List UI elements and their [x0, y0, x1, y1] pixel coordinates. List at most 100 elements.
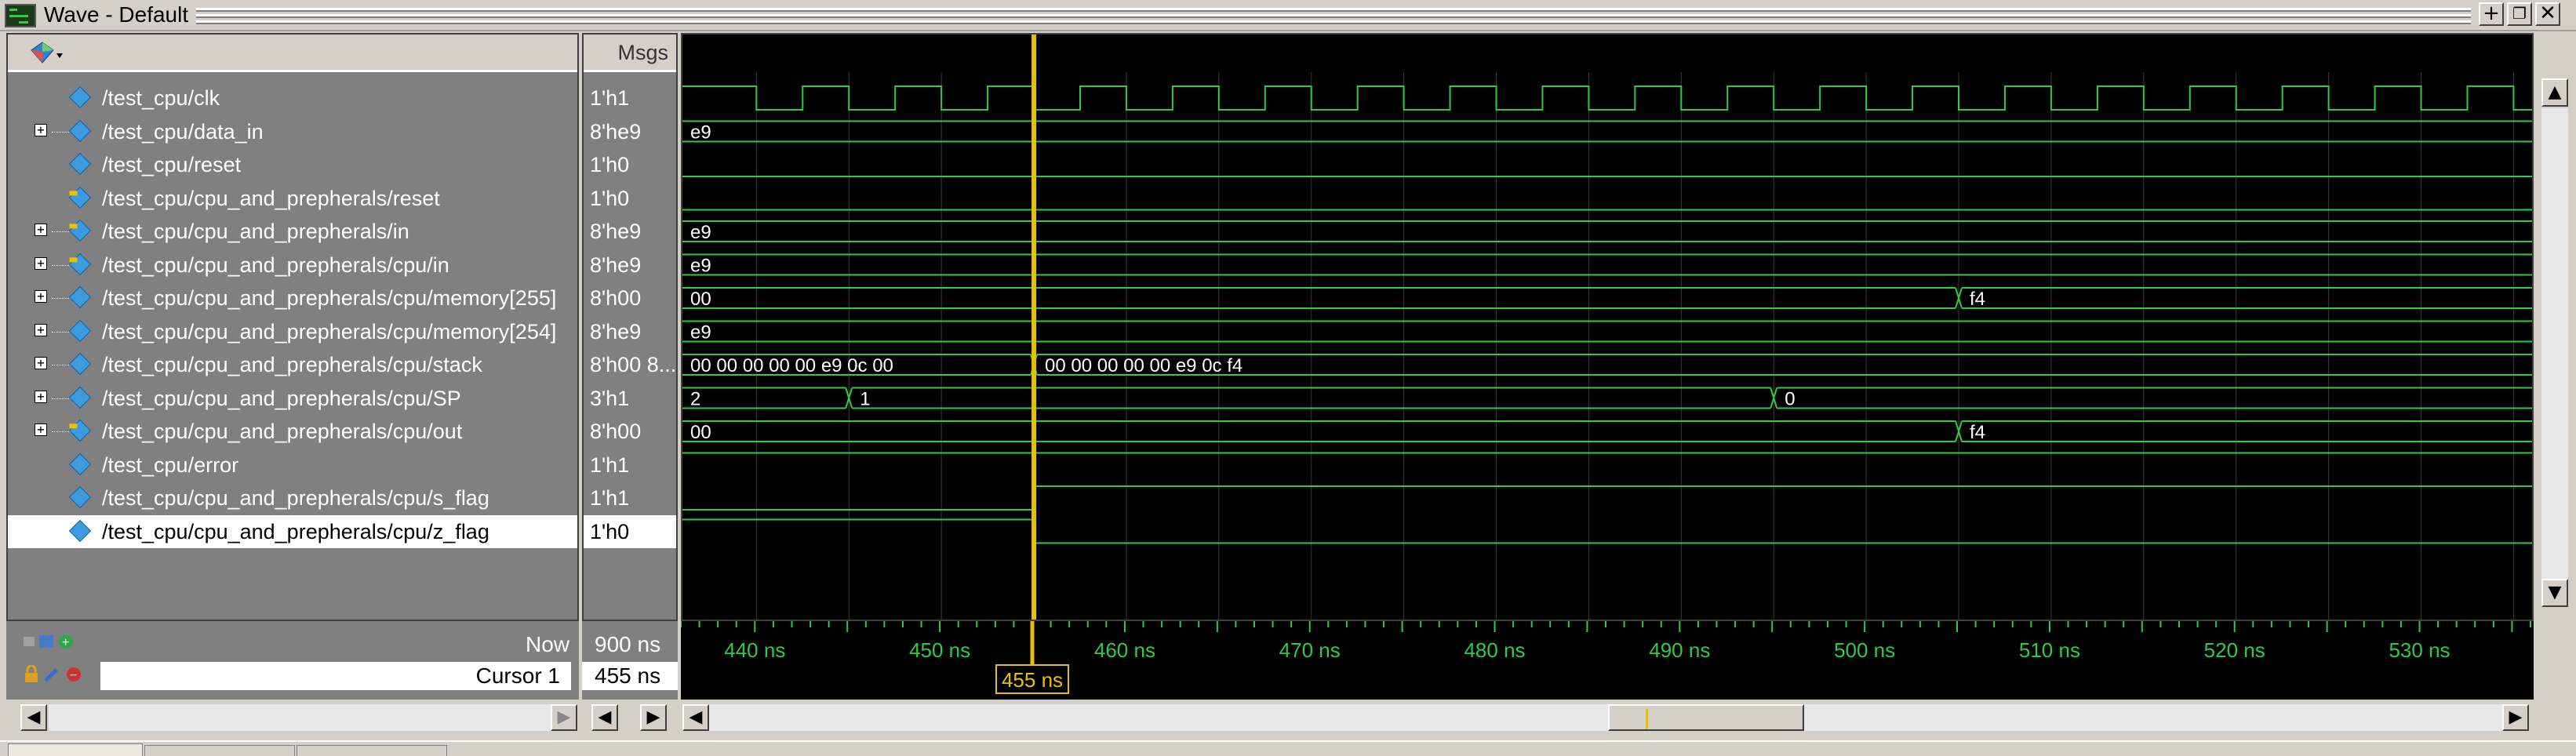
- signal-name: /test_cpu/cpu_and_prepherals/cpu/in: [102, 253, 449, 277]
- signal-value: 8'h00: [590, 420, 642, 443]
- expand-icon[interactable]: +: [35, 323, 47, 336]
- value-row[interactable]: 1'h0: [584, 514, 676, 548]
- timeline-tick-label: 440 ns: [724, 638, 785, 662]
- signal-name: /test_cpu/error: [102, 453, 239, 477]
- signal-name: /test_cpu/cpu_and_prepherals/cpu/SP: [102, 386, 461, 410]
- cursor-flag-label: 455 ns: [1002, 668, 1063, 692]
- signal-name: /test_cpu/cpu_and_prepherals/cpu/out: [102, 420, 463, 443]
- scroll-down-button[interactable]: ▼: [2541, 579, 2568, 607]
- value-row[interactable]: 8'he9: [584, 315, 676, 348]
- wave-scroll-right[interactable]: ▶: [2502, 704, 2529, 731]
- wave-window-icon: [5, 4, 36, 27]
- timeline-tick-label: 490 ns: [1649, 638, 1710, 662]
- value-row[interactable]: 1'h1: [584, 82, 676, 114]
- timeline-tick-label: 450 ns: [909, 638, 970, 662]
- bus-value-label: e9: [690, 222, 711, 243]
- expand-icon[interactable]: +: [35, 123, 47, 136]
- signal-row[interactable]: /test_cpu/error: [8, 449, 577, 482]
- signal-row[interactable]: + /test_cpu/cpu_and_prepherals/cpu/memory…: [8, 282, 577, 314]
- waveform-pane[interactable]: e9 e9 e9 00 f4 e9 00 00 00 00 00 e9 0c 00 00 00…: [681, 33, 2534, 621]
- wave-scroll-thumb[interactable]: [1608, 704, 1804, 731]
- add-cursor-icon[interactable]: +: [22, 632, 85, 651]
- bus-value-label: 00: [690, 289, 711, 310]
- value-row[interactable]: 1'h1: [584, 482, 676, 514]
- bit-waveform: [682, 518, 2532, 544]
- tree-connector: [52, 431, 72, 433]
- signal-row[interactable]: /test_cpu/cpu_and_prepherals/reset: [8, 182, 577, 215]
- value-row[interactable]: 8'h00 8...: [584, 348, 676, 381]
- bus-transition: [848, 387, 853, 409]
- signal-name: /test_cpu/cpu_and_prepherals/cpu/memory[…: [102, 286, 557, 310]
- add-pane-button[interactable]: +: [2479, 2, 2504, 26]
- value-row[interactable]: 8'he9: [584, 215, 676, 248]
- signal-list: /test_cpu/clk + /test_cpu/data_in/test_cpu…: [8, 82, 577, 552]
- signal-row[interactable]: + /test_cpu/data_in: [8, 115, 577, 148]
- wave-hscroll[interactable]: ◀ ▶: [681, 701, 2534, 734]
- bus-value-label: 00 00 00 00 00 e9 0c f4: [1045, 355, 1243, 376]
- signal-value: 8'he9: [590, 319, 642, 343]
- signal-value: 8'h00 8...: [590, 353, 677, 376]
- wave-tools-icon[interactable]: [28, 41, 63, 64]
- signal-inout-icon: [68, 253, 92, 275]
- value-row[interactable]: 8'h00: [584, 415, 676, 448]
- wave-scroll-left[interactable]: ◀: [682, 704, 709, 731]
- value-row[interactable]: 8'h00: [584, 282, 676, 314]
- waveform-canvas[interactable]: e9e9e900 f4e900 00 00 00 00 e9 0c 00 00 00…: [682, 35, 2532, 620]
- value-row[interactable]: 8'he9: [584, 115, 676, 148]
- value-row[interactable]: 8'he9: [584, 249, 676, 282]
- names-scroll-track[interactable]: [49, 704, 551, 731]
- bit-waveform: [682, 485, 2532, 511]
- signal-name: /test_cpu/cpu_and_prepherals/reset: [102, 186, 440, 210]
- cursor-name-field[interactable]: Cursor 1: [100, 662, 571, 690]
- values-scroll-right[interactable]: ▶: [640, 704, 667, 731]
- lock-cursor-icon[interactable]: −: [22, 664, 100, 684]
- signal-row[interactable]: /test_cpu/cpu_and_prepherals/cpu/z_flag: [8, 514, 577, 548]
- value-row[interactable]: 3'h1: [584, 382, 676, 415]
- names-scroll-right[interactable]: ▶: [551, 704, 577, 731]
- bus-value-label: e9: [690, 322, 711, 343]
- signal-name: /test_cpu/data_in: [102, 119, 264, 144]
- timeline-ruler[interactable]: 440 ns 450 ns 460 ns 470 ns 480 ns 490 ns 500 …: [680, 621, 2534, 700]
- tab-1[interactable]: [8, 743, 143, 756]
- vertical-scrollbar[interactable]: ▲ ▼: [2538, 71, 2571, 620]
- signal-row[interactable]: + /test_cpu/cpu_and_prepherals/cpu/stack: [8, 348, 577, 381]
- expand-icon[interactable]: +: [35, 390, 47, 403]
- signal-row[interactable]: + /test_cpu/cpu_and_prepherals/cpu/in: [8, 249, 577, 282]
- signal-row[interactable]: /test_cpu/cpu_and_prepherals/cpu/s_flag: [8, 482, 577, 514]
- expand-icon[interactable]: +: [35, 224, 47, 236]
- close-button[interactable]: ✕: [2535, 2, 2560, 26]
- tree-connector: [52, 365, 72, 366]
- expand-icon[interactable]: +: [35, 357, 47, 369]
- expand-icon[interactable]: +: [35, 290, 47, 303]
- title-bar-grip[interactable]: [196, 8, 2471, 24]
- vertical-scroll-track[interactable]: [2541, 108, 2568, 579]
- signal-row[interactable]: /test_cpu/reset: [8, 148, 577, 181]
- value-row[interactable]: 1'h0: [584, 182, 676, 215]
- signal-row[interactable]: + /test_cpu/cpu_and_prepherals/cpu/out: [8, 415, 577, 448]
- values-scroll-left[interactable]: ◀: [591, 704, 618, 731]
- expand-icon[interactable]: +: [35, 423, 47, 436]
- names-scroll-left[interactable]: ◀: [20, 704, 47, 731]
- signal-diamond-icon: [68, 119, 92, 142]
- wave-header: [682, 35, 2532, 72]
- value-row[interactable]: 1'h1: [584, 449, 676, 482]
- tab-2[interactable]: [144, 745, 295, 756]
- signal-value: 1'h0: [590, 153, 630, 176]
- signal-row[interactable]: + /test_cpu/cpu_and_prepherals/in: [8, 215, 577, 248]
- value-row[interactable]: 1'h0: [584, 148, 676, 181]
- wave-scroll-track[interactable]: [709, 704, 2502, 731]
- names-hscroll[interactable]: ◀ ▶: [6, 701, 579, 734]
- undock-button[interactable]: ❐: [2507, 2, 2532, 26]
- scroll-up-button[interactable]: ▲: [2541, 78, 2568, 107]
- cursor-line: [1031, 35, 1037, 620]
- signal-name: /test_cpu/cpu_and_prepherals/cpu/s_flag: [102, 486, 489, 510]
- signal-names-pane: /test_cpu/clk + /test_cpu/data_in/test_cpu…: [6, 33, 579, 621]
- expand-icon[interactable]: +: [35, 256, 47, 270]
- values-hscroll[interactable]: ◀ ▶: [582, 701, 678, 734]
- signal-row[interactable]: + /test_cpu/cpu_and_prepherals/cpu/SP: [8, 382, 577, 415]
- tab-3[interactable]: [297, 745, 447, 756]
- timeline-pane[interactable]: 440 ns 450 ns 460 ns 470 ns 480 ns 490 ns 500 …: [680, 621, 2534, 700]
- signal-row[interactable]: /test_cpu/clk: [8, 82, 577, 114]
- signal-row[interactable]: + /test_cpu/cpu_and_prepherals/cpu/memory…: [8, 315, 577, 348]
- tree-connector: [52, 298, 72, 300]
